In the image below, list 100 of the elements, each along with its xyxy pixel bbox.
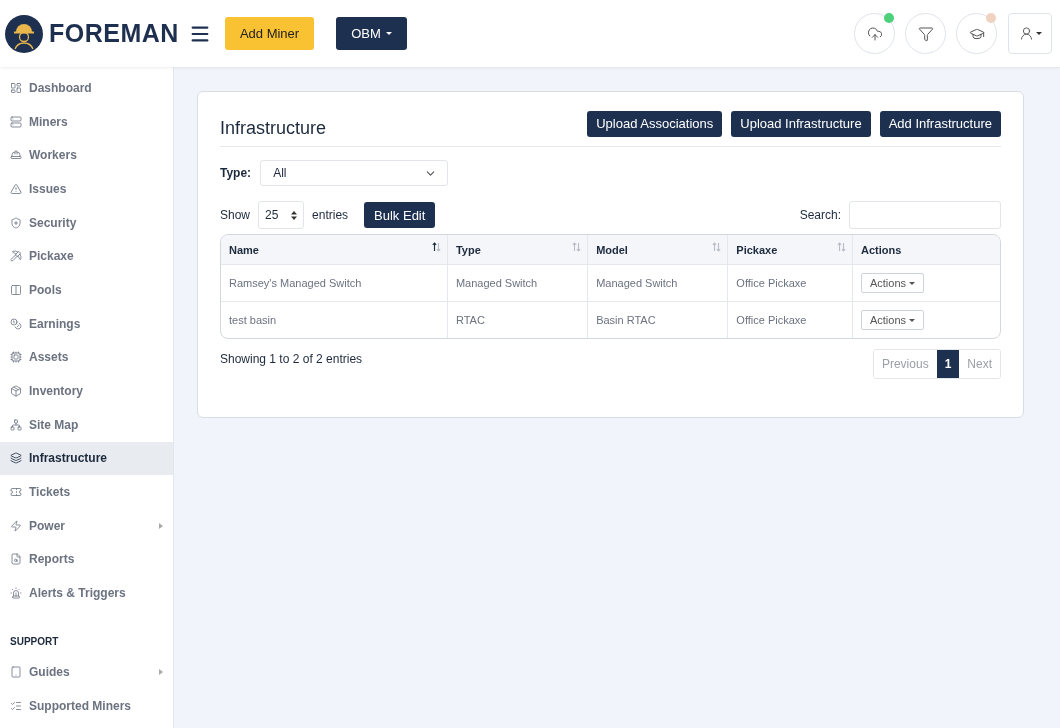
sidebar-label: Infrastructure <box>29 451 108 466</box>
sidebar-label: Workers <box>29 148 77 163</box>
action-button[interactable]: Upload Infrastructure <box>731 110 871 137</box>
graduation-cap-button[interactable] <box>956 13 997 54</box>
action-button[interactable]: Upload Associations <box>587 110 723 137</box>
sidebar-label: Security <box>29 215 77 230</box>
sidebar-item[interactable]: Inventory <box>0 374 173 408</box>
action-button[interactable]: Add Infrastructure <box>879 110 1001 137</box>
sidebar-label: Pools <box>29 282 62 297</box>
sidebar-item[interactable]: Alerts & Triggers <box>0 576 173 610</box>
sidebar-item[interactable]: Power <box>0 508 173 543</box>
card-title: Infrastructure <box>220 117 328 139</box>
sidebar-label: Power <box>29 518 65 533</box>
column-header[interactable]: Type <box>446 235 588 265</box>
type-select[interactable]: All <box>260 160 449 186</box>
layers-icon <box>10 452 22 465</box>
actions-dropdown[interactable]: Actions <box>860 273 925 293</box>
sidebar-item[interactable]: Tickets <box>0 475 173 509</box>
table-cell: Ramsey's Managed Switch <box>221 265 447 302</box>
report-icon <box>10 553 22 566</box>
sidebar-label: Site Map <box>29 417 79 432</box>
caret-icon <box>909 281 916 285</box>
column-header[interactable]: Name <box>221 235 447 265</box>
sidebar-item[interactable]: Guides <box>0 655 173 689</box>
section-title: SUPPORT <box>9 635 60 649</box>
sidebar-label: Reports <box>29 552 75 567</box>
sidebar-item[interactable]: Dashboard <box>0 71 173 105</box>
server-icon <box>10 115 22 128</box>
sidebar-item[interactable]: Pickaxe <box>0 239 173 274</box>
sort-icon <box>572 242 582 252</box>
filter-icon <box>917 25 934 42</box>
column-header[interactable]: Model <box>587 235 728 265</box>
sort-icon <box>431 242 441 252</box>
sidebar-label: Earnings <box>29 316 81 331</box>
sidebar-item[interactable]: Reports <box>0 542 173 577</box>
warning-icon <box>10 182 22 195</box>
show-label: Show <box>220 208 251 222</box>
up-down-icon <box>291 210 298 220</box>
type-label: Type: <box>220 166 252 180</box>
user-menu-button[interactable] <box>1008 13 1052 54</box>
table-cell: RTAC <box>446 302 588 338</box>
sidebar-item[interactable]: Miners <box>0 104 173 139</box>
table-cell: Basin RTAC <box>587 302 728 338</box>
checklist-icon <box>10 699 22 712</box>
sidebar-label: Pickaxe <box>29 249 74 264</box>
entries-select[interactable]: 25 <box>258 201 305 229</box>
siren-icon <box>10 587 22 600</box>
sidebar-label: Assets <box>29 350 69 365</box>
caret-icon <box>909 318 916 322</box>
entries-label: entries <box>312 208 349 222</box>
sidebar-label: Miners <box>29 114 68 129</box>
chip-icon <box>10 351 22 364</box>
entries-info: Showing 1 to 2 of 2 entries <box>220 352 363 366</box>
organization-dropdown[interactable]: OBM <box>336 17 407 50</box>
sidebar-item[interactable]: Assets <box>0 340 173 375</box>
coins-icon <box>10 317 22 330</box>
pagination-button[interactable]: 1 <box>936 350 960 378</box>
pickaxe-icon <box>10 250 22 263</box>
sidebar-item[interactable]: Issues <box>0 172 173 206</box>
table-cell-text: test basin <box>228 313 278 328</box>
cloud-upload-button[interactable] <box>854 13 895 54</box>
add-miner-button[interactable]: Add Miner <box>224 17 315 50</box>
brand-name: FOREMAN <box>49 19 179 48</box>
sidebar-label: Tickets <box>29 485 71 500</box>
sidebar-item[interactable]: Infrastructure <box>0 441 173 476</box>
column-header[interactable]: Pickaxe <box>727 235 852 265</box>
table-cell: Managed Switch <box>587 265 728 302</box>
search-field[interactable] <box>849 201 1001 229</box>
shield-icon <box>10 216 22 229</box>
sidebar-item[interactable]: Workers <box>0 138 173 173</box>
lightning-icon <box>10 519 22 532</box>
cloud-upload-icon <box>866 25 883 42</box>
filter-button[interactable] <box>905 13 946 54</box>
sidebar-label: Dashboard <box>29 80 92 95</box>
ticket-icon <box>10 486 22 499</box>
caret-icon <box>385 32 392 35</box>
sort-icon <box>836 242 846 252</box>
logo-icon <box>5 14 43 53</box>
sidebar-item[interactable]: Site Map <box>0 407 173 442</box>
package-icon <box>10 385 22 398</box>
sidebar-item[interactable]: Supported Miners <box>0 688 173 723</box>
user-icon <box>1018 26 1034 41</box>
search-label: Search: <box>799 208 841 222</box>
caret-icon <box>1035 32 1042 35</box>
columns-icon <box>10 283 22 296</box>
sidebar-label: Inventory <box>29 384 83 399</box>
sidebar-item[interactable]: Pools <box>0 273 173 307</box>
bulk-edit-button[interactable]: Bulk Edit <box>364 202 436 228</box>
sidebar-label: Supported Miners <box>29 698 131 713</box>
actions-dropdown[interactable]: Actions <box>860 310 925 330</box>
sidebar-item[interactable]: Earnings <box>0 306 173 341</box>
table-cell: Managed Switch <box>446 265 588 302</box>
sidebar-item[interactable]: Security <box>0 205 173 240</box>
tablet-icon <box>10 665 22 678</box>
sidebar-label: Guides <box>29 664 70 679</box>
sidebar-label: Issues <box>29 181 67 196</box>
dashboard-icon <box>10 81 22 94</box>
hard-hat-icon <box>10 149 22 162</box>
table-cell: Office Pickaxe <box>727 265 852 302</box>
table-cell: Office Pickaxe <box>727 302 852 338</box>
